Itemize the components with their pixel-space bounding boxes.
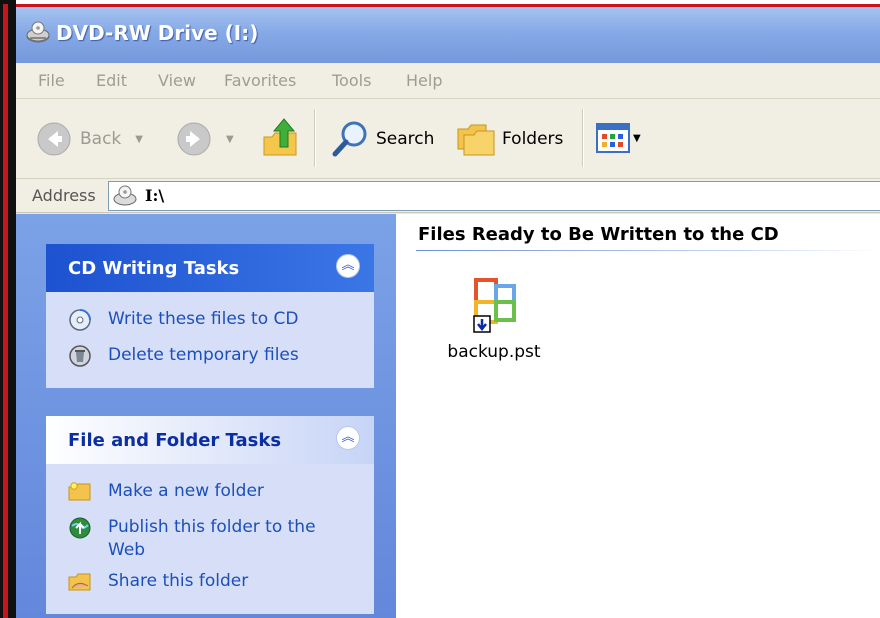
search-label: Search bbox=[376, 129, 435, 149]
forward-dropdown-icon[interactable]: ▼ bbox=[226, 134, 234, 145]
title-bar[interactable]: DVD-RW Drive (I:) bbox=[16, 7, 880, 63]
menu-bar: File Edit View Favorites Tools Help bbox=[16, 63, 880, 99]
task-label: Share this folder bbox=[108, 571, 249, 591]
folders-button[interactable]: Folders bbox=[456, 121, 563, 157]
publish-folder-to-web-task[interactable]: Publish this folder to the Web bbox=[68, 516, 338, 562]
cd-writing-tasks-panel: CD Writing Tasks ︽ Write these files to … bbox=[46, 244, 374, 388]
file-and-folder-tasks-panel: File and Folder Tasks ︽ Make a new folde… bbox=[46, 416, 374, 614]
write-cd-icon bbox=[69, 309, 91, 331]
share-folder-task[interactable]: Share this folder bbox=[68, 570, 248, 594]
menu-help[interactable]: Help bbox=[406, 71, 442, 90]
toolbar: Back ▼ ▼ Search Folders ▼ bbox=[16, 99, 880, 179]
file-name: backup.pst bbox=[447, 342, 541, 362]
dvd-drive-icon bbox=[113, 185, 137, 206]
desktop-red-border-left bbox=[3, 4, 8, 618]
delete-temporary-files-task[interactable]: Delete temporary files bbox=[68, 344, 299, 368]
file-item[interactable]: backup.pst bbox=[434, 276, 554, 362]
back-label: Back bbox=[80, 129, 122, 149]
up-folder-icon bbox=[263, 118, 297, 156]
folders-label: Folders bbox=[502, 129, 564, 149]
address-input[interactable]: I:\ bbox=[108, 181, 880, 211]
publish-web-icon bbox=[69, 517, 91, 539]
outlook-data-file-icon bbox=[473, 278, 516, 333]
task-label: Delete temporary files bbox=[108, 345, 299, 365]
task-label: Write these files to CD bbox=[108, 309, 299, 329]
address-value: I:\ bbox=[145, 186, 165, 205]
group-header-divider bbox=[416, 250, 880, 251]
views-button[interactable]: ▼ bbox=[596, 123, 641, 153]
explorer-window: DVD-RW Drive (I:) File Edit View Favorit… bbox=[16, 7, 880, 618]
dvd-drive-icon bbox=[26, 21, 50, 43]
search-icon bbox=[332, 121, 367, 157]
share-folder-icon bbox=[68, 573, 91, 591]
task-label: Publish this folder to the Web bbox=[108, 517, 316, 560]
make-new-folder-task[interactable]: Make a new folder bbox=[68, 480, 264, 504]
desktop-background-left bbox=[0, 0, 16, 618]
back-arrow-icon bbox=[37, 122, 71, 156]
menu-view[interactable]: View bbox=[158, 71, 196, 90]
file-and-folder-tasks-header[interactable]: File and Folder Tasks ︽ bbox=[46, 416, 374, 464]
views-icon bbox=[596, 123, 630, 153]
cd-writing-tasks-title: CD Writing Tasks bbox=[68, 258, 240, 279]
forward-button[interactable]: ▼ bbox=[176, 121, 234, 157]
views-dropdown-icon[interactable]: ▼ bbox=[633, 133, 641, 144]
new-folder-icon bbox=[68, 482, 91, 501]
back-dropdown-icon[interactable]: ▼ bbox=[135, 134, 143, 145]
up-folder-button[interactable] bbox=[262, 117, 300, 159]
menu-tools[interactable]: Tools bbox=[332, 71, 371, 90]
toolbar-separator bbox=[582, 109, 584, 167]
group-header: Files Ready to Be Written to the CD bbox=[418, 224, 779, 245]
back-button[interactable]: Back ▼ bbox=[36, 121, 143, 157]
menu-edit[interactable]: Edit bbox=[96, 71, 127, 90]
toolbar-separator bbox=[314, 109, 316, 167]
cd-writing-tasks-header[interactable]: CD Writing Tasks ︽ bbox=[46, 244, 374, 292]
task-label: Make a new folder bbox=[108, 481, 264, 501]
menu-favorites[interactable]: Favorites bbox=[224, 71, 296, 90]
file-list-area[interactable]: Files Ready to Be Written to the CD back… bbox=[396, 214, 880, 618]
collapse-chevron-icon[interactable]: ︽ bbox=[336, 254, 360, 278]
forward-arrow-icon bbox=[177, 122, 211, 156]
search-button[interactable]: Search bbox=[330, 119, 434, 159]
menu-file[interactable]: File bbox=[38, 71, 65, 90]
window-title: DVD-RW Drive (I:) bbox=[56, 21, 259, 45]
task-pane: CD Writing Tasks ︽ Write these files to … bbox=[16, 214, 396, 618]
file-and-folder-tasks-title: File and Folder Tasks bbox=[68, 430, 282, 451]
collapse-chevron-icon[interactable]: ︽ bbox=[336, 426, 360, 450]
delete-temp-files-icon bbox=[69, 345, 91, 367]
address-bar: Address I:\ bbox=[16, 179, 880, 213]
write-files-to-cd-task[interactable]: Write these files to CD bbox=[68, 308, 299, 332]
folders-icon bbox=[457, 124, 495, 156]
address-label: Address bbox=[32, 186, 96, 205]
